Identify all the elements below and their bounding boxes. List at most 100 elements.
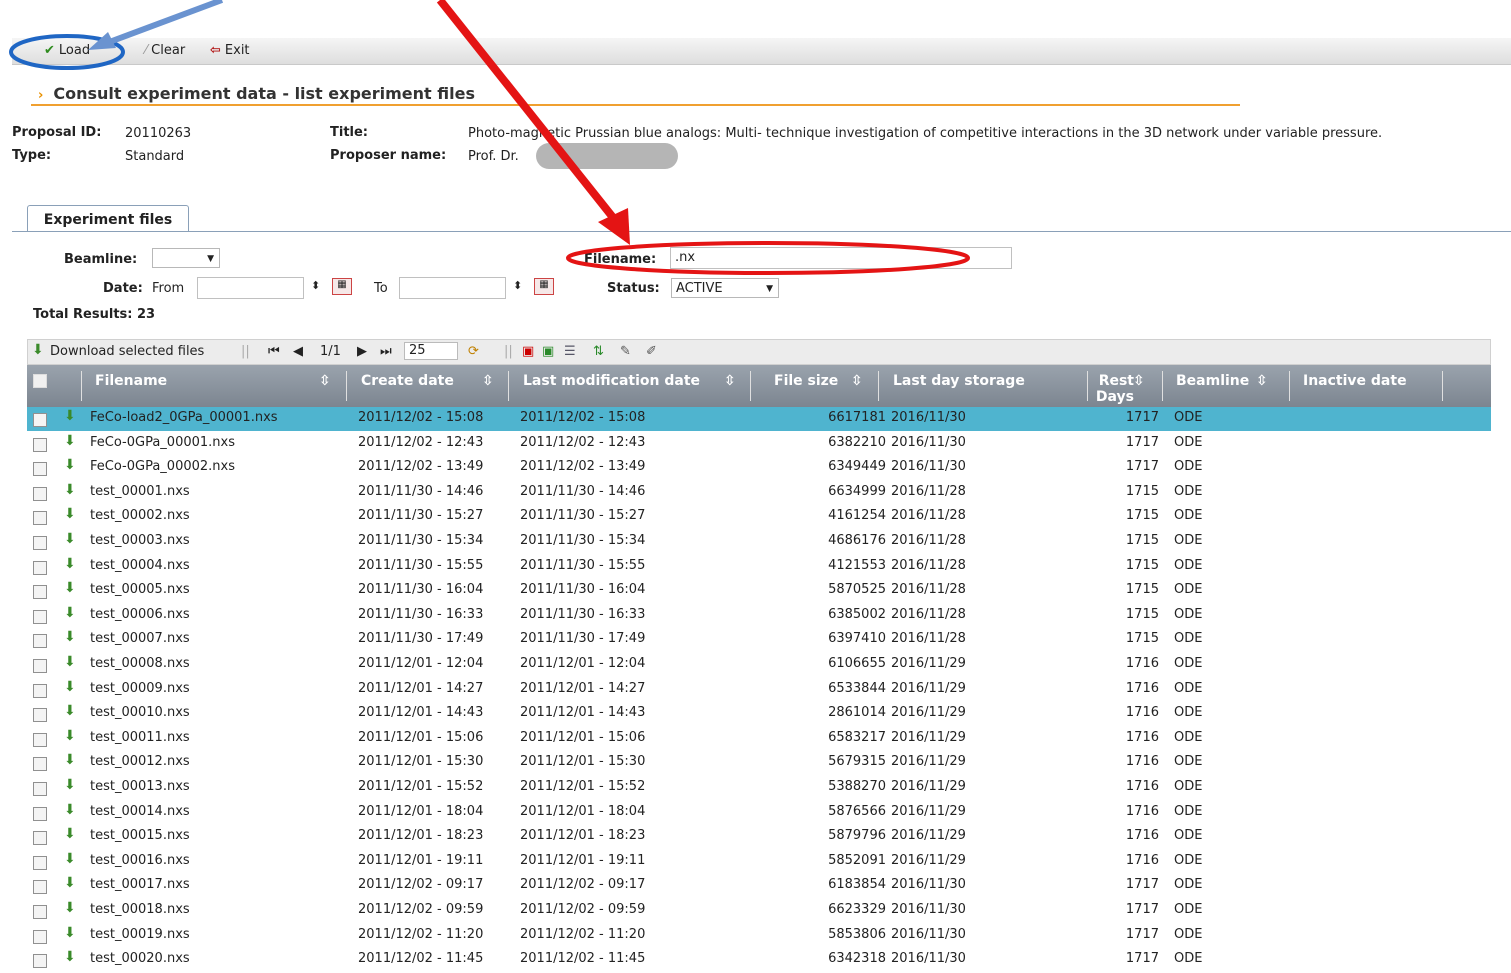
- row-checkbox[interactable]: [33, 486, 47, 501]
- sort-icon[interactable]: ⇳: [319, 373, 331, 389]
- col-filename[interactable]: Filename: [95, 373, 167, 389]
- row-checkbox[interactable]: [33, 560, 47, 575]
- row-checkbox[interactable]: [33, 462, 47, 477]
- download-file-icon[interactable]: ⬇: [64, 728, 76, 744]
- settings-icon[interactable]: ✐: [646, 344, 657, 359]
- download-icon[interactable]: ⬇: [32, 342, 44, 358]
- refresh-icon[interactable]: ⟳: [468, 344, 479, 359]
- table-row[interactable]: ⬇ test_00007.nxs 2011/11/30 - 17:49 2011/11…: [27, 628, 1491, 652]
- download-file-icon[interactable]: ⬇: [64, 506, 76, 522]
- download-file-icon[interactable]: ⬇: [64, 605, 76, 621]
- table-row[interactable]: ⬇ test_00009.nxs 2011/12/01 - 14:27 2011/12…: [27, 678, 1491, 702]
- row-checkbox[interactable]: [33, 708, 47, 723]
- row-checkbox[interactable]: [33, 855, 47, 870]
- row-checkbox[interactable]: [33, 831, 47, 846]
- row-checkbox[interactable]: [33, 413, 47, 427]
- download-file-icon[interactable]: ⬇: [64, 654, 76, 670]
- date-to-input[interactable]: [399, 277, 506, 299]
- col-rest-days[interactable]: Rest Days: [1092, 373, 1134, 405]
- row-checkbox[interactable]: [33, 585, 47, 600]
- status-select[interactable]: ACTIVE ▼: [671, 278, 779, 298]
- tab-experiment-files[interactable]: Experiment files: [27, 205, 189, 232]
- sort-icon[interactable]: ⇅: [593, 344, 604, 359]
- table-row[interactable]: ⬇ FeCo-0GPa_00002.nxs 2011/12/02 - 13:49 20…: [27, 456, 1491, 480]
- table-row[interactable]: ⬇ test_00015.nxs 2011/12/01 - 18:23 2011/12…: [27, 825, 1491, 849]
- sort-icon[interactable]: ⇳: [1133, 373, 1145, 389]
- row-checkbox[interactable]: [33, 782, 47, 796]
- page-size-input[interactable]: 25: [404, 342, 458, 360]
- col-inactive-date[interactable]: Inactive date: [1303, 373, 1407, 389]
- pdf-export-icon[interactable]: ▣: [522, 344, 534, 359]
- col-file-size[interactable]: File size: [774, 373, 838, 389]
- prev-page-icon[interactable]: ◀: [293, 344, 303, 359]
- download-file-icon[interactable]: ⬇: [64, 556, 76, 572]
- download-file-icon[interactable]: ⬇: [64, 900, 76, 916]
- table-row[interactable]: ⬇ test_00016.nxs 2011/12/01 - 19:11 2011/12…: [27, 850, 1491, 874]
- download-file-icon[interactable]: ⬇: [64, 482, 76, 498]
- download-file-icon[interactable]: ⬇: [64, 433, 76, 449]
- calendar-icon[interactable]: ▦: [534, 278, 554, 295]
- sort-icon[interactable]: ⇳: [851, 373, 863, 389]
- table-row[interactable]: ⬇ test_00013.nxs 2011/12/01 - 15:52 2011/12…: [27, 776, 1491, 800]
- col-beamline[interactable]: Beamline: [1176, 373, 1249, 389]
- download-selected-button[interactable]: Download selected files: [50, 344, 204, 359]
- excel-export-icon[interactable]: ▣: [542, 344, 554, 359]
- sort-icon[interactable]: ⇳: [482, 373, 494, 389]
- row-checkbox[interactable]: [33, 732, 47, 747]
- row-checkbox[interactable]: [33, 806, 47, 821]
- download-file-icon[interactable]: ⬇: [64, 826, 76, 842]
- row-checkbox[interactable]: [33, 683, 47, 698]
- table-row[interactable]: ⬇ test_00006.nxs 2011/11/30 - 16:33 2011/11…: [27, 604, 1491, 628]
- row-checkbox[interactable]: [33, 609, 47, 624]
- download-file-icon[interactable]: ⬇: [64, 531, 76, 547]
- download-file-icon[interactable]: ⬇: [64, 802, 76, 818]
- select-all-checkbox[interactable]: [33, 374, 47, 388]
- table-row[interactable]: ⬇ test_00010.nxs 2011/12/01 - 14:43 2011/12…: [27, 702, 1491, 726]
- row-checkbox[interactable]: [33, 929, 47, 944]
- table-row[interactable]: ⬇ FeCo-load2_0GPa_00001.nxs 2011/12/02 - 1…: [27, 407, 1491, 431]
- download-file-icon[interactable]: ⬇: [64, 949, 76, 965]
- table-row[interactable]: ⬇ test_00017.nxs 2011/12/02 - 09:17 2011/12…: [27, 874, 1491, 898]
- row-checkbox[interactable]: [33, 954, 47, 969]
- last-page-icon[interactable]: ⏭: [380, 344, 392, 359]
- edit-icon[interactable]: ✎: [620, 344, 631, 359]
- table-row[interactable]: ⬇ test_00019.nxs 2011/12/02 - 11:20 2011/12…: [27, 924, 1491, 948]
- sort-icon[interactable]: ⇳: [1256, 373, 1268, 389]
- download-file-icon[interactable]: ⬇: [64, 703, 76, 719]
- table-row[interactable]: ⬇ test_00011.nxs 2011/12/01 - 15:06 2011/12…: [27, 727, 1491, 751]
- date-from-input[interactable]: [197, 277, 304, 299]
- download-file-icon[interactable]: ⬇: [64, 408, 76, 424]
- table-row[interactable]: ⬇ test_00008.nxs 2011/12/01 - 12:04 2011/12…: [27, 653, 1491, 677]
- table-row[interactable]: ⬇ test_00004.nxs 2011/11/30 - 15:55 2011/11…: [27, 555, 1491, 579]
- col-last-modification[interactable]: Last modification date: [523, 373, 700, 389]
- download-file-icon[interactable]: ⬇: [64, 679, 76, 695]
- download-file-icon[interactable]: ⬇: [64, 457, 76, 473]
- stepper-icon[interactable]: ⬍: [513, 279, 522, 292]
- exit-button[interactable]: ⇦ Exit: [210, 42, 250, 60]
- row-checkbox[interactable]: [33, 437, 47, 452]
- row-checkbox[interactable]: [33, 511, 47, 526]
- table-row[interactable]: ⬇ test_00005.nxs 2011/11/30 - 16:04 2011/11…: [27, 579, 1491, 603]
- calendar-icon[interactable]: ▦: [332, 278, 352, 295]
- sort-icon[interactable]: ⇳: [724, 373, 736, 389]
- col-last-day-storage[interactable]: Last day storage: [893, 373, 1025, 389]
- list-icon[interactable]: ☰: [564, 344, 576, 359]
- beamline-select[interactable]: ▼: [152, 248, 220, 268]
- table-row[interactable]: ⬇ test_00014.nxs 2011/12/01 - 18:04 2011/12…: [27, 801, 1491, 825]
- row-checkbox[interactable]: [33, 880, 47, 895]
- clear-button[interactable]: ⁄ Clear: [145, 42, 185, 60]
- download-file-icon[interactable]: ⬇: [64, 851, 76, 867]
- table-row[interactable]: ⬇ test_00020.nxs 2011/12/02 - 11:45 2011/12…: [27, 948, 1491, 972]
- table-row[interactable]: ⬇ FeCo-0GPa_00001.nxs 2011/12/02 - 12:43 20…: [27, 432, 1491, 456]
- col-create-date[interactable]: Create date: [361, 373, 454, 389]
- row-checkbox[interactable]: [33, 659, 47, 673]
- row-checkbox[interactable]: [33, 634, 47, 649]
- download-file-icon[interactable]: ⬇: [64, 875, 76, 891]
- table-row[interactable]: ⬇ test_00018.nxs 2011/12/02 - 09:59 2011/12…: [27, 899, 1491, 923]
- download-file-icon[interactable]: ⬇: [64, 580, 76, 596]
- download-file-icon[interactable]: ⬇: [64, 752, 76, 768]
- table-row[interactable]: ⬇ test_00003.nxs 2011/11/30 - 15:34 2011/11…: [27, 530, 1491, 554]
- stepper-icon[interactable]: ⬍: [311, 279, 320, 292]
- table-row[interactable]: ⬇ test_00001.nxs 2011/11/30 - 14:46 2011/11…: [27, 481, 1491, 505]
- table-row[interactable]: ⬇ test_00012.nxs 2011/12/01 - 15:30 2011/12…: [27, 751, 1491, 775]
